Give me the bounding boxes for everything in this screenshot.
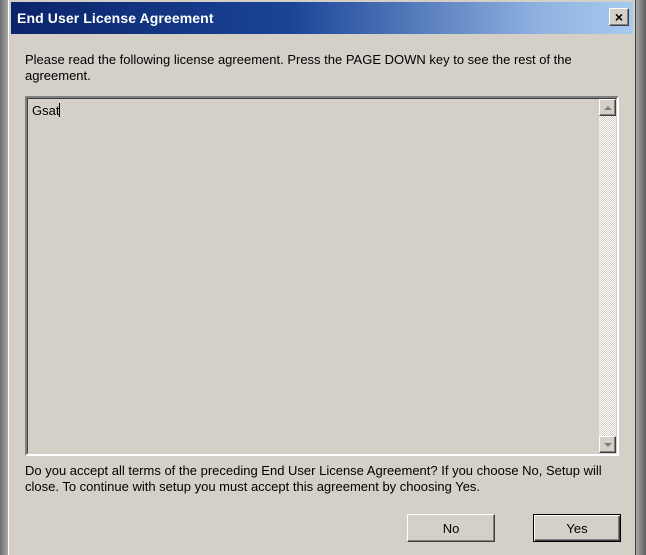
- scroll-down-button[interactable]: [599, 436, 616, 453]
- license-text-area-inner: Gsat: [27, 98, 617, 454]
- dialog-title: End User License Agreement: [17, 10, 214, 26]
- instruction-text: Please read the following license agreem…: [25, 52, 572, 83]
- no-button-label: No: [442, 520, 460, 536]
- close-icon: ×: [614, 9, 624, 25]
- license-dialog: End User License Agreement × Please read…: [8, 0, 636, 555]
- no-button[interactable]: No: [407, 514, 495, 542]
- desktop-edge-left: [0, 0, 8, 555]
- license-text-content[interactable]: Gsat: [32, 103, 61, 118]
- title-bar[interactable]: End User License Agreement ×: [11, 2, 633, 34]
- vertical-scrollbar[interactable]: [599, 99, 616, 453]
- text-cursor: [59, 103, 61, 117]
- license-text: Gsat: [32, 103, 60, 118]
- arrow-up-icon: [603, 105, 612, 110]
- yes-button-label: Yes: [566, 520, 588, 536]
- scroll-up-button[interactable]: [599, 99, 616, 116]
- license-text-area[interactable]: Gsat: [25, 96, 619, 456]
- desktop-edge-right: [636, 0, 646, 555]
- close-button[interactable]: ×: [609, 8, 629, 26]
- acceptance-question: Do you accept all terms of the preceding…: [25, 463, 602, 494]
- yes-button[interactable]: Yes: [533, 514, 621, 542]
- arrow-down-icon: [603, 442, 612, 447]
